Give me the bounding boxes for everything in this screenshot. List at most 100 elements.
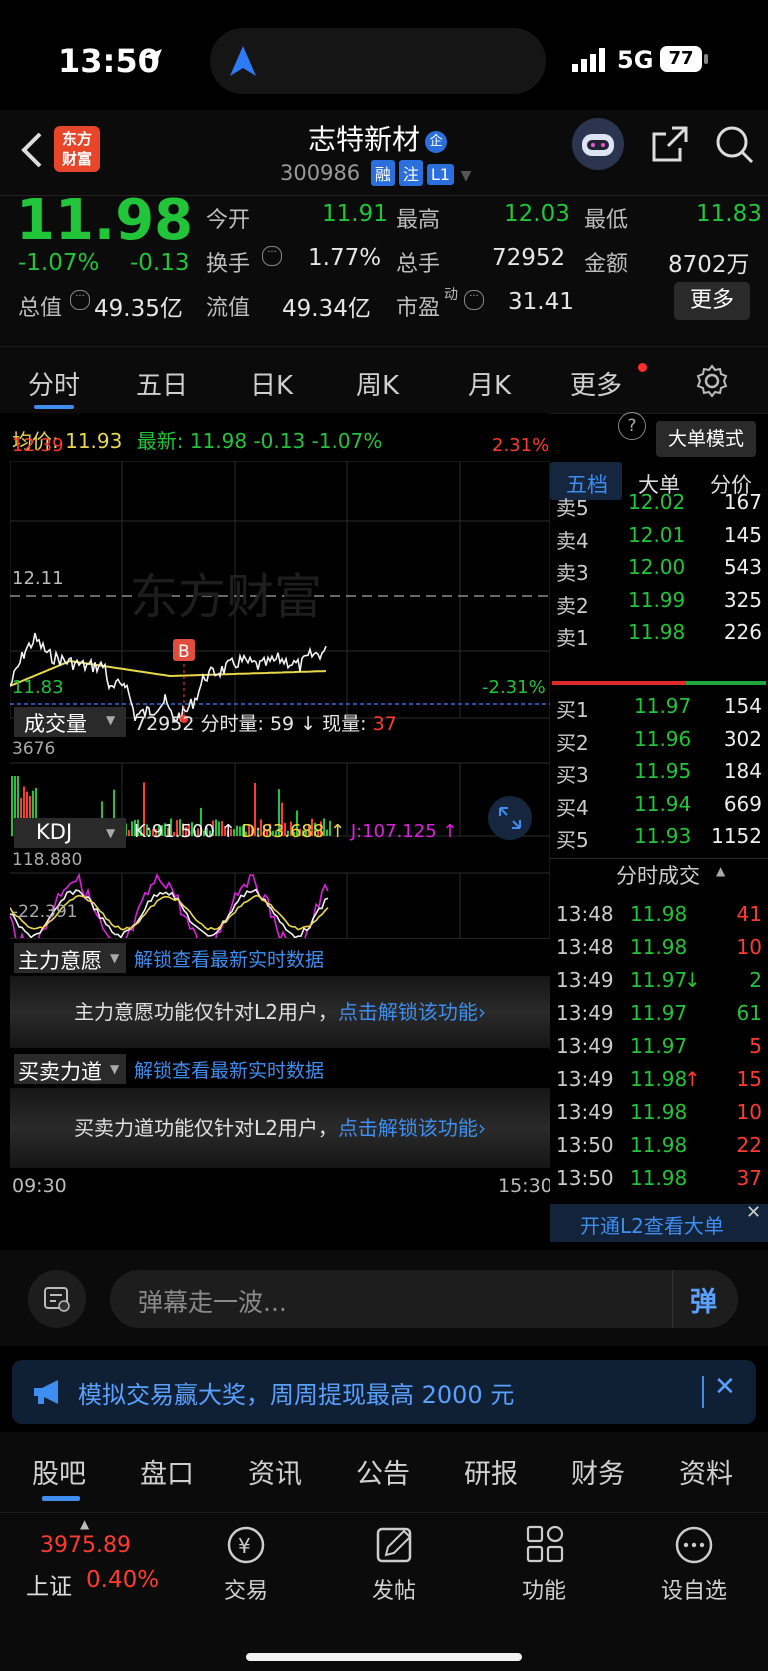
- order-book: 五档 大单 分价 卖5 12.02 167 卖4 12.01 145 卖3 12.00 543 卖…: [550, 462, 768, 1242]
- info-icon[interactable]: ···: [70, 290, 90, 310]
- bid-row[interactable]: 买2 11.96 302: [550, 727, 768, 759]
- ask-price: 11.98: [628, 620, 686, 644]
- dock-functions[interactable]: 功能: [484, 1573, 604, 1605]
- tab-five-day[interactable]: 五日: [136, 365, 188, 402]
- bid-row[interactable]: 买3 11.95 184: [550, 759, 768, 791]
- ask-row[interactable]: 卖3 12.00 543: [550, 555, 768, 587]
- bid-volume: 184: [723, 759, 762, 783]
- tab-daily-k[interactable]: 日K: [250, 365, 293, 402]
- tab-research[interactable]: 研报: [464, 1452, 518, 1491]
- bid-row[interactable]: 买5 11.93 1152: [550, 824, 768, 856]
- bid-volume: 154: [723, 694, 762, 718]
- tab-weekly-k[interactable]: 周K: [356, 365, 399, 402]
- bid-price: 11.93: [634, 824, 692, 848]
- ask-level-label: 卖4: [556, 528, 589, 553]
- index-value[interactable]: 3975.89: [40, 1533, 131, 1558]
- intraday-chart-area: 均价: 11.93 最新: 11.98 -0.13 -1.07% 东方财富 B …: [0, 413, 553, 1250]
- big-order-mode-button[interactable]: 大单模式: [656, 421, 756, 457]
- buy-sell-unlock-button[interactable]: 点击解锁该功能: [338, 1116, 478, 1140]
- main-force-unlock-link[interactable]: 解锁查看最新实时数据: [134, 945, 324, 972]
- tab-profile[interactable]: 资料: [679, 1452, 733, 1491]
- dock-trade[interactable]: 交易: [186, 1573, 306, 1605]
- tab-monthly-k[interactable]: 月K: [468, 365, 511, 402]
- ask-row[interactable]: 卖1 11.98 226: [550, 620, 768, 652]
- ask-row[interactable]: 卖5 12.02 167: [550, 490, 768, 522]
- share-icon[interactable]: [650, 124, 690, 164]
- danmu-send-button[interactable]: 弹: [690, 1280, 717, 1319]
- trade-icon[interactable]: ¥: [186, 1523, 306, 1567]
- tab-more[interactable]: 更多: [570, 365, 622, 402]
- volume-panel-label: 成交量: [24, 712, 87, 736]
- tick-price: 11.98: [630, 935, 688, 959]
- back-icon[interactable]: [18, 130, 44, 170]
- robot-assistant-icon[interactable]: [570, 116, 626, 172]
- ask-price: 11.99: [628, 587, 686, 612]
- volume-selector[interactable]: 成交量 ▼: [14, 707, 126, 737]
- chevron-right-icon: ›: [477, 1000, 486, 1024]
- kdj-panel-label: KDJ: [36, 820, 73, 844]
- chevron-up-icon: ▲: [716, 864, 726, 878]
- buy-sell-header: 买卖力道 ▼ 解锁查看最新实时数据: [10, 1050, 550, 1088]
- close-icon[interactable]: ✕: [746, 1202, 761, 1223]
- add-watchlist-icon[interactable]: [634, 1523, 754, 1567]
- axis-prev-close: 12.11: [12, 568, 64, 589]
- tab-handicap[interactable]: 盘口: [140, 1452, 194, 1491]
- more-button[interactable]: 更多: [674, 282, 750, 320]
- search-icon[interactable]: [714, 124, 756, 166]
- buy-sell-unlock-link[interactable]: 解锁查看最新实时数据: [134, 1056, 324, 1083]
- stock-code-row: 300986 融注 L1 ▼: [280, 160, 471, 186]
- expand-button[interactable]: [488, 796, 532, 840]
- help-icon[interactable]: ?: [618, 412, 646, 440]
- ask-row[interactable]: 卖2 11.99 325: [550, 588, 768, 620]
- ticks-title[interactable]: 分时成交: [616, 860, 700, 890]
- dynamic-island: [210, 28, 546, 94]
- tick-time: 13:48: [556, 902, 614, 926]
- main-force-unlock-button[interactable]: 点击解锁该功能: [338, 1000, 478, 1024]
- l2-banner[interactable]: 开通L2查看大单: [550, 1204, 768, 1242]
- info-icon[interactable]: ···: [262, 246, 282, 266]
- info-icon[interactable]: ···: [464, 290, 484, 310]
- network-type: 5G: [617, 46, 654, 74]
- tab-forum[interactable]: 股吧: [32, 1452, 86, 1491]
- tick-price: 11.97: [630, 1001, 688, 1025]
- main-force-header: 主力意愿 ▼ 解锁查看最新实时数据: [10, 938, 550, 977]
- promo-banner[interactable]: 模拟交易赢大奖，周周提现最高 2000 元 ✕: [12, 1360, 756, 1424]
- close-icon[interactable]: ✕: [714, 1372, 736, 1402]
- tab-announcement[interactable]: 公告: [356, 1452, 410, 1491]
- main-force-lock-box[interactable]: 主力意愿功能仅针对L2用户，点击解锁该功能›: [10, 976, 550, 1048]
- chevron-up-icon[interactable]: ▲: [80, 1517, 89, 1531]
- buy-sell-lock-box[interactable]: 买卖力道功能仅针对L2用户，点击解锁该功能›: [10, 1088, 550, 1168]
- danmu-bar: 弹幕走一波... 弹: [0, 1250, 768, 1346]
- functions-grid-icon[interactable]: [484, 1523, 604, 1567]
- divider: [672, 1270, 673, 1328]
- dock-add-watchlist[interactable]: 设自选: [634, 1573, 754, 1605]
- volume-min-value: 59: [269, 713, 295, 735]
- total-cap-value: 49.35亿: [94, 296, 183, 322]
- tab-news[interactable]: 资讯: [248, 1452, 302, 1491]
- tab-finance[interactable]: 财务: [571, 1452, 625, 1491]
- settings-gear-icon[interactable]: [694, 363, 730, 399]
- ask-price: 12.02: [628, 490, 686, 514]
- open-label: 今开: [206, 208, 251, 233]
- danmu-toggle-button[interactable]: [28, 1270, 86, 1328]
- ask-level-label: 卖1: [556, 626, 589, 650]
- index-name[interactable]: 上证: [26, 1567, 72, 1601]
- tab-intraday[interactable]: 分时: [28, 365, 80, 402]
- chevron-down-icon[interactable]: ▼: [461, 168, 472, 184]
- stock-name: 志特新材: [308, 123, 421, 156]
- kdj-j-value: J:107.125: [350, 821, 437, 842]
- buy-sell-notice: 买卖力道功能仅针对L2用户，: [74, 1116, 338, 1140]
- dock-post[interactable]: 发帖: [334, 1573, 454, 1605]
- bid-row[interactable]: 买4 11.94 669: [550, 792, 768, 824]
- kdj-selector[interactable]: KDJ ▼: [14, 818, 126, 848]
- post-icon[interactable]: [334, 1523, 454, 1567]
- buy-sell-selector[interactable]: 买卖力道 ▼: [14, 1054, 126, 1084]
- eastmoney-logo[interactable]: 东方 财富: [54, 126, 100, 172]
- danmu-input[interactable]: 弹幕走一波... 弹: [110, 1270, 738, 1328]
- bid-price: 11.96: [634, 726, 692, 751]
- bid-row[interactable]: 买1 11.97 154: [550, 694, 768, 726]
- chevron-right-icon: ›: [477, 1116, 486, 1140]
- ask-row[interactable]: 卖4 12.01 145: [550, 523, 768, 555]
- low-label: 最低: [584, 208, 629, 233]
- main-force-selector[interactable]: 主力意愿 ▼: [14, 943, 126, 973]
